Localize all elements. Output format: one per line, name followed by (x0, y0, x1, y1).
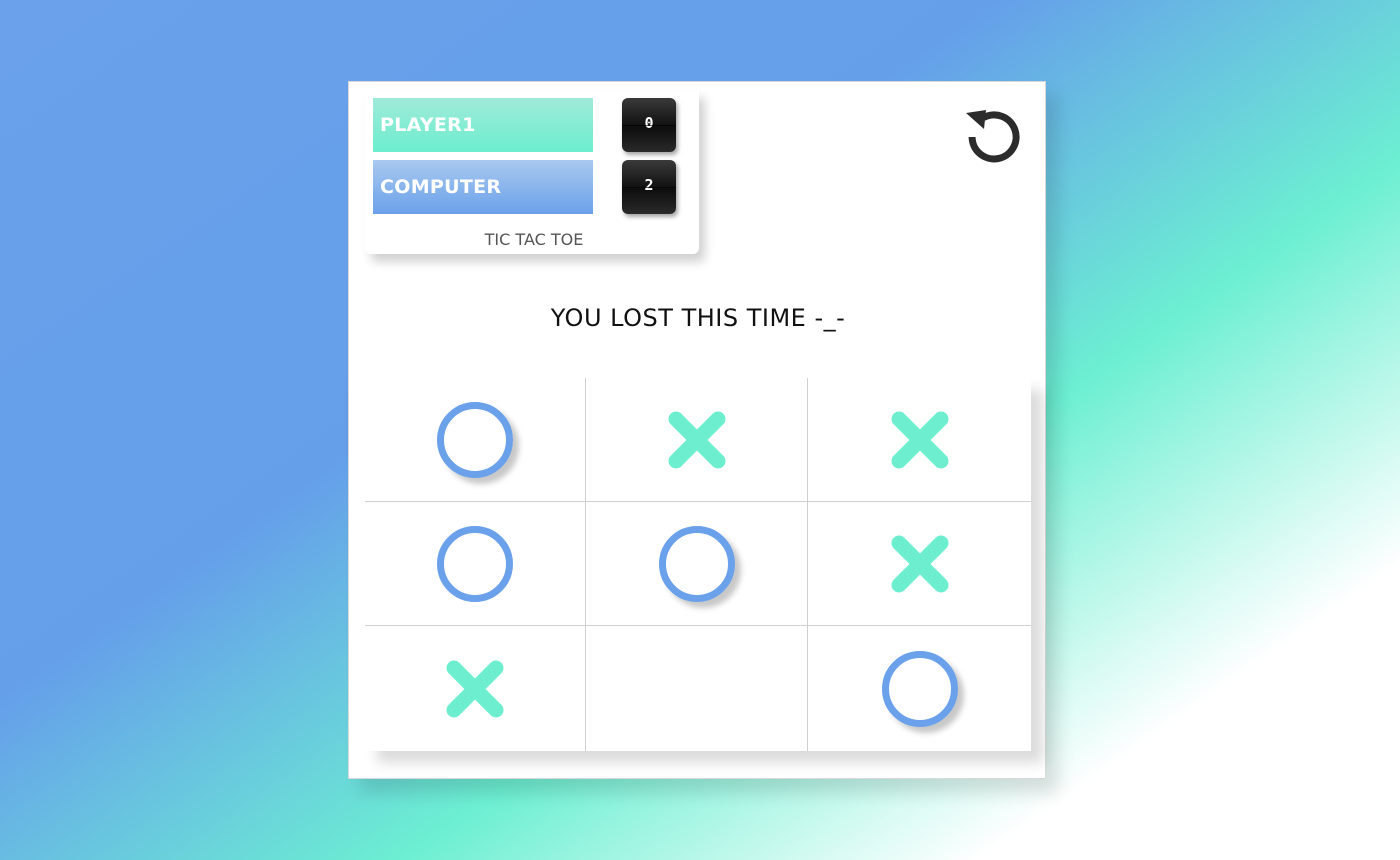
board-cell[interactable] (808, 626, 1031, 751)
board-cell[interactable] (808, 378, 1031, 502)
board-cell[interactable] (586, 626, 808, 751)
board-cell[interactable] (365, 378, 586, 502)
board-cell[interactable] (586, 378, 808, 502)
scoreboard: PLAYER1 0 COMPUTER 2 TIC TAC TOE (365, 90, 699, 254)
game-title: TIC TAC TOE (484, 230, 584, 249)
player1-name: PLAYER1 (373, 98, 593, 152)
o-mark-icon (881, 650, 958, 727)
player1-score: 0 (622, 98, 676, 152)
x-mark-icon (446, 660, 504, 717)
game-panel: PLAYER1 0 COMPUTER 2 TIC TAC TOE YOU LOS… (348, 81, 1046, 779)
o-mark-icon (437, 525, 513, 602)
x-mark-icon (668, 411, 725, 468)
x-mark-icon (891, 535, 948, 592)
game-board (365, 378, 1031, 751)
computer-score: 2 (622, 160, 676, 214)
restart-icon (966, 110, 1020, 163)
status-message: YOU LOST THIS TIME -_- (550, 304, 846, 332)
board-cell[interactable] (586, 502, 808, 626)
x-mark-icon (891, 411, 948, 468)
o-mark-icon (658, 525, 735, 602)
restart-button[interactable] (963, 104, 1023, 164)
board-cell[interactable] (365, 626, 586, 751)
computer-name: COMPUTER (373, 160, 593, 214)
board-cell[interactable] (365, 502, 586, 626)
o-mark-icon (437, 401, 513, 478)
board-cell[interactable] (808, 502, 1031, 626)
